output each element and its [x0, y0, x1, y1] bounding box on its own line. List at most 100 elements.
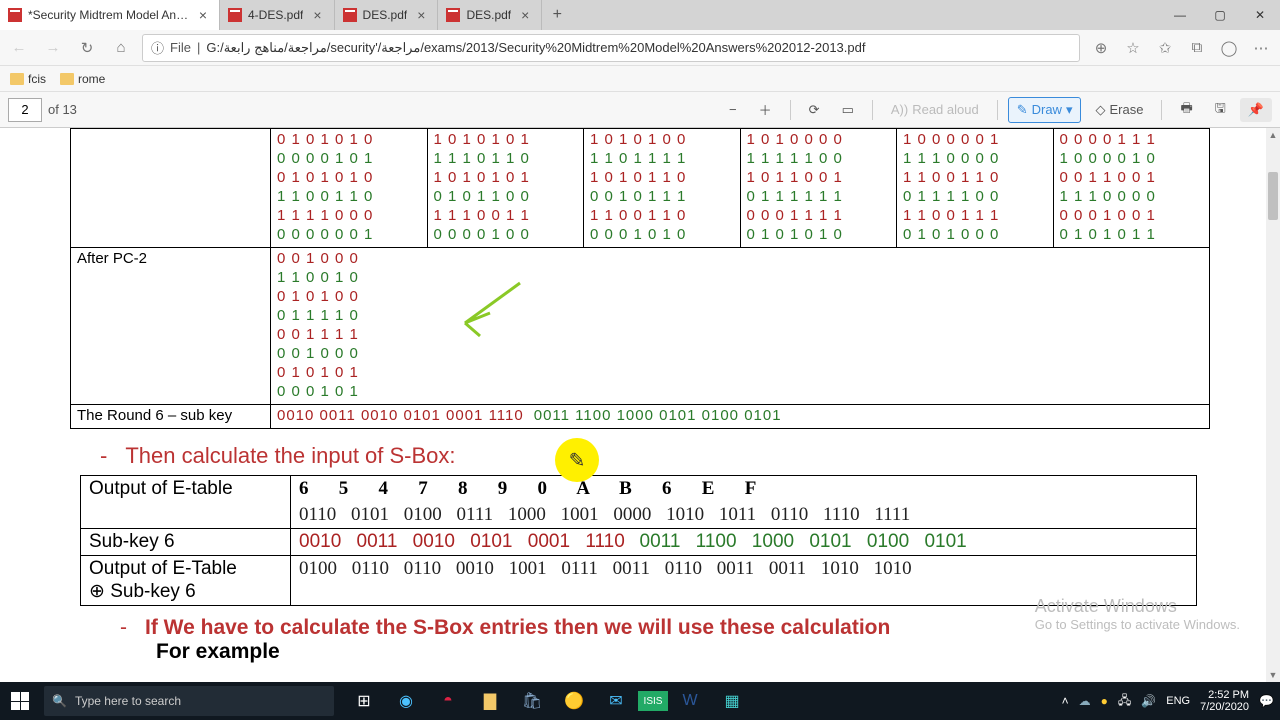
favorites-bar-icon[interactable]: ✩ — [1152, 35, 1178, 61]
chrome-icon[interactable]: 🟡 — [554, 682, 594, 720]
profile-icon[interactable]: ◯ — [1216, 35, 1242, 61]
tab-1[interactable]: 4-DES.pdf × — [220, 0, 335, 30]
etable-row3-label-b: ⊕ Sub-key 6 — [89, 581, 196, 602]
home-button[interactable]: ⌂ — [108, 35, 134, 61]
forward-button[interactable]: → — [40, 35, 66, 61]
scroll-thumb[interactable] — [1268, 172, 1278, 220]
page-input[interactable] — [8, 98, 42, 122]
maximize-button[interactable]: ▢ — [1200, 0, 1240, 30]
bit-grid-table: 0 1 0 1 0 1 00 0 0 0 1 0 10 1 0 1 0 1 01… — [70, 128, 1210, 429]
read-aloud-button[interactable]: A)) Read aloud — [883, 98, 987, 121]
pdf-toolbar: of 13 − ＋ ⟳ ▭ A)) Read aloud ✎ Draw ▾ ◇ … — [0, 92, 1280, 128]
task-view-icon[interactable]: ⊞ — [344, 682, 384, 720]
close-button[interactable]: ✕ — [1240, 0, 1280, 30]
pdf-page: 0 1 0 1 0 1 00 0 0 0 1 0 10 1 0 1 0 1 01… — [0, 128, 1280, 664]
draw-button[interactable]: ✎ Draw ▾ — [1008, 97, 1082, 123]
store-icon[interactable]: 🛍 — [512, 682, 552, 720]
collections-icon[interactable]: ⧉ — [1184, 35, 1210, 61]
save-button[interactable]: 🖫 — [1207, 95, 1234, 125]
pen-cursor-icon: ✎ — [555, 438, 599, 482]
for-example: For example — [156, 640, 1210, 664]
bookmark-rome[interactable]: rome — [60, 72, 105, 86]
round6-label: The Round 6 – sub key — [77, 407, 232, 424]
tab-title: DES.pdf — [363, 8, 408, 22]
close-icon[interactable]: × — [413, 7, 429, 23]
scroll-up-icon[interactable]: ▲ — [1266, 128, 1280, 142]
pin-button[interactable]: 📌 — [1240, 98, 1272, 122]
zoom-in-button[interactable]: ＋ — [751, 96, 780, 123]
word-icon[interactable]: W — [670, 682, 710, 720]
if-line: -If We have to calculate the S-Box entri… — [120, 616, 1210, 640]
pdf-viewport[interactable]: 0 1 0 1 0 1 00 0 0 0 1 0 10 1 0 1 0 1 01… — [0, 128, 1280, 682]
zoom-icon[interactable]: ⊕ — [1088, 35, 1114, 61]
back-button[interactable]: ← — [6, 35, 32, 61]
language-indicator[interactable]: ENG — [1166, 695, 1190, 707]
pdf-icon — [343, 8, 357, 22]
fit-page-button[interactable]: ▭ — [834, 98, 862, 122]
new-tab-button[interactable]: + — [542, 0, 572, 30]
etable-row2-bits: 0010 0011 0010 0101 0001 1110 0011 1100 … — [291, 529, 1197, 556]
vertical-scrollbar[interactable]: ▲ ▼ — [1266, 128, 1280, 682]
photos-icon[interactable]: ▦ — [712, 682, 752, 720]
close-icon[interactable]: × — [195, 7, 211, 23]
volume-icon[interactable]: 🔊 — [1141, 694, 1156, 708]
folder-icon — [10, 73, 24, 85]
tab-title: DES.pdf — [466, 8, 511, 22]
browser-tab-strip: *Security Midtrem Model Answe × 4-DES.pd… — [0, 0, 1280, 30]
tab-title: *Security Midtrem Model Answe — [28, 8, 189, 22]
url-text: G:/مراجعة/مناهج رابعة/security'/مراجعة/e… — [206, 40, 865, 56]
taskbar: 🔍 Type here to search ⊞ ◉ ◓ ▇ 🛍 🟡 ✉ ISIS… — [0, 682, 1280, 720]
start-button[interactable] — [0, 682, 40, 720]
sbox-line: -Then calculate the input of S-Box: — [100, 443, 1210, 469]
print-button[interactable]: 🖶 — [1172, 95, 1200, 125]
page-total: of 13 — [48, 102, 77, 117]
etable-row3-label-a: Output of E-Table — [89, 558, 237, 579]
tab-0[interactable]: *Security Midtrem Model Answe × — [0, 0, 220, 30]
e-table: Output of E-table 6 5 4 7 8 9 0 A B 6 E … — [80, 475, 1197, 606]
onedrive-icon[interactable]: ☁ — [1079, 694, 1091, 708]
menu-icon[interactable]: ⋯ — [1248, 35, 1274, 61]
info-icon: ⓘ — [151, 38, 164, 57]
close-icon[interactable]: × — [309, 7, 325, 23]
clock[interactable]: 2:52 PM7/20/2020 — [1200, 689, 1249, 713]
explorer-icon[interactable]: ▇ — [470, 682, 510, 720]
edge-icon[interactable]: ◉ — [386, 682, 426, 720]
zoom-out-button[interactable]: − — [721, 98, 745, 121]
pdf-icon — [8, 8, 22, 22]
taskbar-search[interactable]: 🔍 Type here to search — [44, 686, 334, 716]
tab-3[interactable]: DES.pdf × — [438, 0, 542, 30]
bookmarks-bar: fcis rome — [0, 66, 1280, 92]
toolbar-icons: ⊕ ☆ ✩ ⧉ ◯ ⋯ — [1088, 35, 1274, 61]
tray-chevron-icon[interactable]: ˄ — [1062, 694, 1069, 708]
taskbar-apps: ⊞ ◉ ◓ ▇ 🛍 🟡 ✉ ISIS W ▦ — [344, 682, 752, 720]
tab-title: 4-DES.pdf — [248, 8, 303, 22]
url-box[interactable]: ⓘ File | G:/مراجعة/مناهج رابعة/security'… — [142, 34, 1080, 62]
mail-icon[interactable]: ✉ — [596, 682, 636, 720]
url-scheme: File — [170, 40, 191, 55]
search-placeholder: Type here to search — [75, 694, 181, 708]
address-bar: ← → ↻ ⌂ ⓘ File | G:/مراجعة/مناهج رابعة/s… — [0, 30, 1280, 66]
etable-hex: 6 5 4 7 8 9 0 A B 6 E F — [291, 476, 1197, 503]
etable-row2-label: Sub-key 6 — [89, 531, 175, 552]
erase-button[interactable]: ◇ Erase — [1087, 98, 1151, 122]
etable-row3-bits: 0100 0110 0110 0010 1001 0111 0011 0110 … — [291, 556, 1197, 606]
rotate-button[interactable]: ⟳ — [801, 98, 828, 122]
etable-row1-bits: 0110 0101 0100 0111 1000 1001 0000 1010 … — [291, 502, 1197, 529]
pdf-icon — [446, 8, 460, 22]
close-icon[interactable]: × — [517, 7, 533, 23]
bookmark-fcis[interactable]: fcis — [10, 72, 46, 86]
network-icon[interactable]: 🖧 — [1118, 691, 1131, 712]
tab-2[interactable]: DES.pdf × — [335, 0, 439, 30]
round6-red: 0010 0011 0010 0101 0001 1110 — [277, 407, 524, 424]
notifications-icon[interactable]: 💬 — [1259, 694, 1274, 708]
system-tray: ˄ ☁ ● 🖧 🔊 ENG 2:52 PM7/20/2020 💬 — [1062, 689, 1280, 713]
pdf-icon — [228, 8, 242, 22]
favorite-icon[interactable]: ☆ — [1120, 35, 1146, 61]
isis-icon[interactable]: ISIS — [638, 691, 668, 711]
app-icon[interactable]: ◓ — [428, 682, 468, 720]
folder-icon — [60, 73, 74, 85]
minimize-button[interactable]: — — [1160, 0, 1200, 30]
refresh-button[interactable]: ↻ — [74, 35, 100, 61]
battery-icon[interactable]: ● — [1101, 694, 1108, 708]
scroll-down-icon[interactable]: ▼ — [1266, 668, 1280, 682]
